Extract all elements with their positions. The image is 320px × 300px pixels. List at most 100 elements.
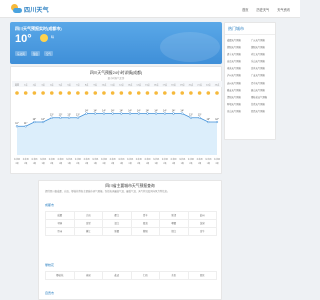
sunny-icon — [206, 91, 211, 95]
temperature-label: 14° — [172, 109, 176, 112]
temperature-point — [172, 112, 175, 115]
temperature-point — [59, 116, 62, 119]
hot-city-link[interactable]: 巴中天气预报 — [251, 81, 273, 85]
wind-level-label: 1级 — [24, 161, 27, 165]
wind-level-label: 1级 — [189, 161, 192, 165]
city-link[interactable]: 蒲江 — [74, 228, 103, 236]
temperature-point — [154, 112, 158, 115]
city-link[interactable]: 新都 — [103, 228, 132, 236]
hot-city-link[interactable]: 成都天气预报 — [227, 38, 249, 42]
sunny-icon — [119, 91, 124, 95]
city-link[interactable]: 盐边 — [103, 272, 132, 280]
city-link[interactable]: 新津 — [160, 212, 189, 220]
sunny-icon — [76, 91, 80, 95]
wind-level-label: 1级 — [181, 161, 184, 165]
city-link[interactable]: 米易 — [74, 272, 103, 280]
sunny-icon — [180, 91, 185, 95]
nav-news[interactable]: 天气资讯 — [277, 7, 290, 12]
city-link[interactable]: 锦江 — [160, 228, 189, 236]
city-link[interactable]: 温江 — [103, 220, 132, 228]
city-link-grid: 攀枝花 米易 盐边 仁和 东区 西区 — [45, 271, 217, 280]
temperature-point — [137, 112, 140, 115]
temperature-point — [163, 112, 166, 115]
city-link[interactable]: 郫都 — [160, 220, 189, 228]
sunny-icon — [215, 91, 219, 95]
hot-city-link[interactable]: 遂宁天气预报 — [227, 52, 249, 56]
hot-city-link[interactable]: 凉山天气预报 — [227, 109, 249, 113]
wind-level-label: 1级 — [111, 161, 114, 165]
sunny-icon — [58, 91, 63, 95]
sunny-icon — [93, 91, 98, 95]
hot-city-link[interactable]: 乐山天气预报 — [251, 59, 273, 63]
temperature-point — [128, 112, 132, 115]
temperature-point — [50, 116, 53, 119]
province-description: 提供四川省成都、自贡、攀枝花等各主要城市天气预报，包括每天最高气温、最低气温、天… — [45, 190, 170, 193]
wind-level-label: 1级 — [102, 161, 105, 165]
hot-city-link[interactable]: 甘孜天气预报 — [251, 102, 273, 106]
city-link-grid: 成都 大邑 都江 青羊 新津 彭州邛崃 金堂 温江 双流 郫都 龙泉崇州 蒲江 新都 简阳 锦江 金牛 — [45, 211, 217, 236]
temperature-label: 11° — [24, 122, 27, 125]
city-link[interactable]: 攀枝花 — [46, 272, 75, 280]
nav-home[interactable]: 首页 — [242, 7, 248, 12]
hot-city-link[interactable]: 绵阳天气预报 — [251, 45, 273, 49]
city-link[interactable]: 龙泉 — [188, 220, 217, 228]
sunny-icon — [41, 91, 45, 95]
hot-city-link[interactable]: 泸州天气预报 — [227, 73, 249, 77]
temperature-point — [146, 112, 149, 115]
hourly-temperature-chart: 周四 1点 2点 3点 4点 5点 6点 7点 8点 9点 10点 11点 12点 13点 14点 15点 16… — [12, 81, 222, 165]
temperature-label: 14° — [154, 109, 158, 112]
hot-city-link[interactable]: 德阳天气预报 — [227, 45, 249, 49]
city-link[interactable]: 大邑 — [74, 212, 103, 220]
section-label: 自贡市 — [45, 291, 55, 295]
city-link[interactable]: 金牛 — [188, 228, 217, 236]
hot-city-link[interactable]: 广安天气预报 — [251, 73, 273, 77]
wind-level-label: 1级 — [15, 161, 18, 165]
temperature-label: 14° — [102, 109, 106, 112]
city-link[interactable]: 邛崃 — [46, 220, 75, 228]
hot-city-link[interactable]: 达州天气预报 — [227, 81, 249, 85]
hot-cities-list: 成都天气预报 广元天气预报 德阳天气预报 绵阳天气预报 遂宁天气预报 内江天气预报 自贡天气… — [225, 35, 275, 116]
wind-direction-label: 东北风 — [83, 157, 89, 161]
wind-direction-label: 东北风 — [170, 157, 176, 161]
wind-direction-label: 东北风 — [75, 157, 81, 161]
site-logo[interactable]: 四川天气 — [10, 3, 49, 15]
hot-city-link[interactable]: 攀枝花天气预报 — [251, 95, 273, 99]
hot-city-link[interactable]: 资阳天气预报 — [227, 95, 249, 99]
hot-city-link[interactable]: 南充天气预报 — [227, 66, 249, 70]
city-link[interactable]: 青羊 — [131, 212, 160, 220]
hot-city-link[interactable]: 广元天气预报 — [251, 38, 273, 42]
city-link[interactable]: 彭州 — [188, 212, 217, 220]
hot-city-link[interactable]: 阿坝天气预报 — [227, 102, 249, 106]
nav-history[interactable]: 历史天气 — [257, 7, 270, 12]
sunny-icon — [110, 91, 115, 95]
city-link[interactable]: 西区 — [188, 272, 217, 280]
temperature-point — [15, 125, 19, 128]
main-nav: 首页 历史天气 天气资讯 — [242, 7, 290, 12]
wind-direction-label: 东北风 — [136, 157, 142, 161]
hot-city-link[interactable]: 宜宾天气预报 — [251, 66, 273, 70]
city-link[interactable]: 简阳 — [131, 228, 160, 236]
weather-logo-icon — [10, 3, 22, 15]
hot-city-link[interactable]: 内江天气预报 — [251, 52, 273, 56]
city-link[interactable]: 仁和 — [131, 272, 160, 280]
wind-direction-label: 东北风 — [101, 157, 107, 161]
hot-city-link[interactable]: 自贡天气预报 — [227, 59, 249, 63]
city-link[interactable]: 都江 — [103, 212, 132, 220]
hot-city-link[interactable]: 西昌天气预报 — [251, 109, 273, 113]
current-meta: 东北风 湿度 空气 — [15, 51, 54, 57]
hot-city-link[interactable]: 眉山天气预报 — [251, 88, 273, 92]
wind-direction-label: 东北风 — [40, 157, 46, 161]
wind-direction-label: 东北风 — [127, 157, 133, 161]
temperature-label: 12° — [206, 118, 210, 121]
city-link[interactable]: 崇州 — [46, 228, 75, 236]
temperature-point — [41, 120, 45, 124]
city-link[interactable]: 金堂 — [74, 220, 103, 228]
hot-city-link[interactable]: 雅安天气预报 — [227, 88, 249, 92]
temperature-label: 13° — [50, 114, 54, 117]
sunny-icon — [171, 91, 176, 95]
city-link[interactable]: 双流 — [131, 220, 160, 228]
city-link[interactable]: 成都 — [46, 212, 75, 220]
city-link[interactable]: 东区 — [160, 272, 189, 280]
wind-level-label: 1级 — [128, 161, 131, 165]
sunny-icon — [84, 91, 89, 95]
